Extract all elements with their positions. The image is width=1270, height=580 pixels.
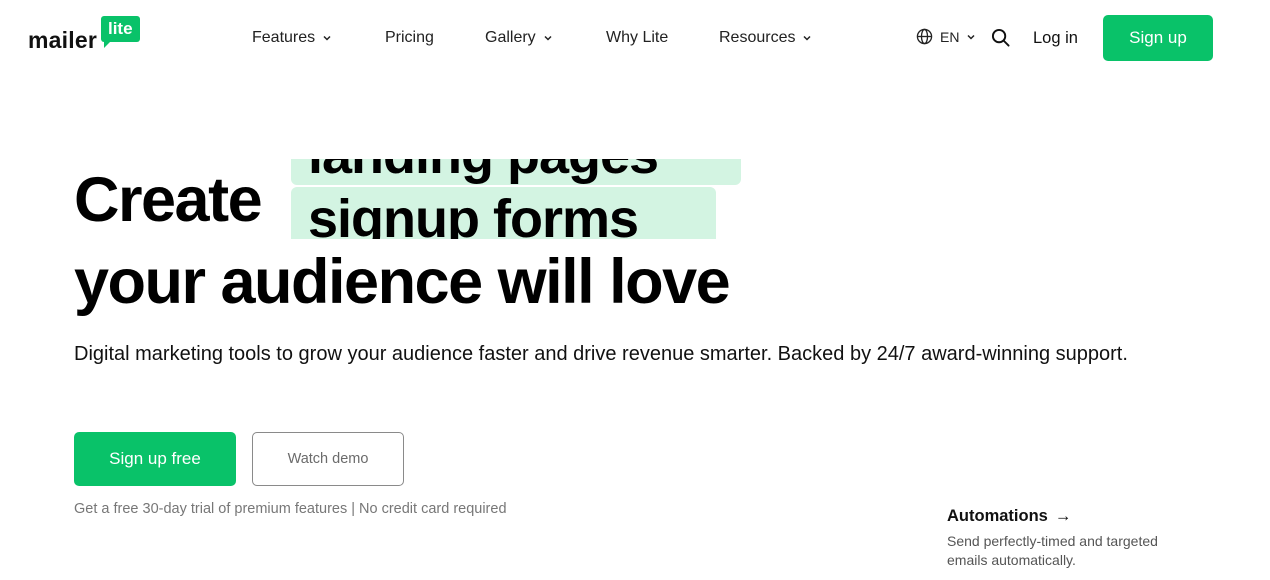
nav-features-label: Features <box>252 29 316 46</box>
logo-wordmark: mailer <box>28 27 97 53</box>
signup-button[interactable]: Sign up <box>1103 15 1213 61</box>
nav-why-lite-label: Why Lite <box>606 29 669 46</box>
language-selector[interactable]: EN <box>916 28 976 45</box>
logo-badge: lite <box>100 16 140 48</box>
rotating-phrase: landing pages <box>291 159 741 185</box>
hero-rotating-text: landing pages signup forms <box>291 159 751 239</box>
chevron-down-icon <box>544 35 552 41</box>
automations-link[interactable]: Automations → <box>947 506 1071 526</box>
nav-resources[interactable]: Resources <box>719 26 812 50</box>
nav-gallery-label: Gallery <box>485 29 536 46</box>
nav-pricing[interactable]: Pricing <box>385 26 434 50</box>
hero-heading-word: Create <box>74 165 263 235</box>
nav-resources-label: Resources <box>719 29 796 46</box>
chevron-down-icon <box>803 35 812 41</box>
nav-why-lite[interactable]: Why Lite <box>606 26 668 50</box>
watch-demo-button[interactable]: Watch demo <box>252 432 404 486</box>
arrow-right-icon: → <box>1054 507 1072 525</box>
chevron-down-icon <box>323 35 331 41</box>
language-label: EN <box>940 28 960 45</box>
rotating-phrase: signup forms <box>291 187 716 239</box>
nav-pricing-label: Pricing <box>385 29 434 46</box>
mailerlite-logo[interactable]: mailer lite <box>28 16 140 53</box>
hero-subtitle: Digital marketing tools to grow your aud… <box>74 343 1128 365</box>
nav-features[interactable]: Features <box>252 26 332 50</box>
feature-title: Automations <box>947 507 1048 525</box>
hero-heading-line2: your audience will love <box>74 247 731 317</box>
signup-free-button[interactable]: Sign up free <box>74 432 236 486</box>
feature-description: Send perfectly-timed and targeted emails… <box>947 533 1158 568</box>
chevron-down-icon <box>967 34 975 40</box>
login-link[interactable]: Log in <box>1033 28 1078 48</box>
nav-gallery[interactable]: Gallery <box>485 26 553 50</box>
trial-note: Get a free 30-day trial of premium featu… <box>74 501 507 517</box>
globe-icon <box>916 28 933 45</box>
search-icon[interactable] <box>991 28 1010 47</box>
